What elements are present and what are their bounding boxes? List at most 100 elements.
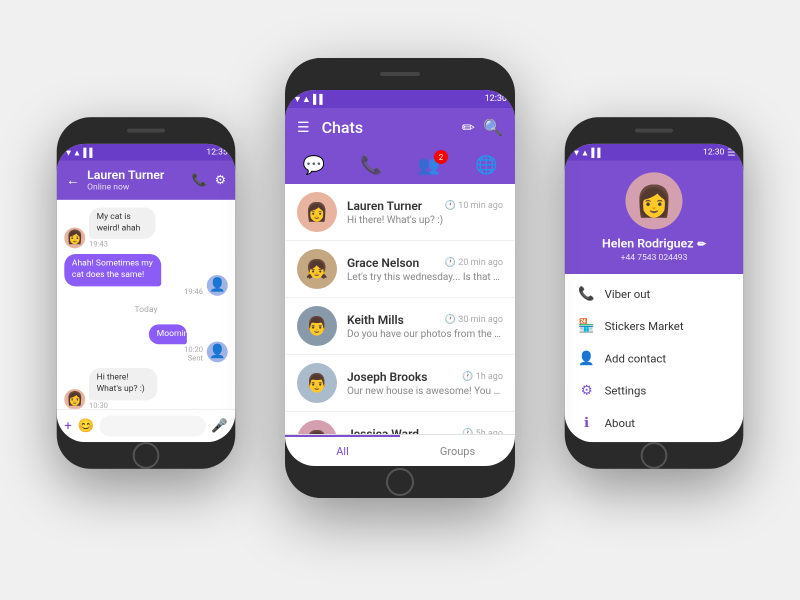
- about-icon: ℹ: [578, 416, 595, 431]
- tab-contacts-icon[interactable]: 👥 2: [418, 155, 440, 176]
- conv-title-area: Lauren Turner Online now: [87, 169, 192, 193]
- avatar-1: 👩: [297, 192, 337, 232]
- message-input[interactable]: [100, 416, 206, 437]
- phone-call-icon[interactable]: 📞: [192, 173, 207, 187]
- right-phone: ▼▲ ▌▌ 12:30 ☰ 👩 Helen Rodriguez ✏ +44 75…: [565, 117, 744, 469]
- menu-item-settings[interactable]: ⚙ Settings: [565, 375, 744, 407]
- tab-bar-center: 💬 📞 👥 2 🌐: [285, 147, 515, 184]
- chat-time-3: 🕐 30 min ago: [445, 315, 503, 325]
- avatar-2: 👧: [297, 249, 337, 289]
- phone-top-center: [285, 58, 515, 90]
- tab-all[interactable]: All: [285, 435, 400, 466]
- message-content-last: Hi there! What's up? :) 10:30: [89, 368, 186, 408]
- hamburger-icon[interactable]: ☰: [297, 120, 310, 136]
- chat-preview-3: Do you have our photos from the nye?: [347, 329, 503, 340]
- phone-bottom-right: [565, 442, 744, 469]
- chat-header-3: Keith Mills 🕐 30 min ago: [347, 313, 503, 327]
- chat-name-5: Jessica Ward: [347, 427, 419, 435]
- phone-bottom-left: [57, 442, 236, 469]
- phone-bottom-center: [285, 466, 515, 498]
- status-signal: ▼▲ ▌▌: [293, 94, 326, 105]
- chat-item-3[interactable]: 👨 Keith Mills 🕐 30 min ago Do you have o…: [285, 298, 515, 355]
- viber-out-icon: 📞: [578, 286, 595, 301]
- tab-groups[interactable]: Groups: [400, 435, 515, 466]
- avatar-small-self: 👤: [207, 275, 228, 296]
- chat-avatar-2: 👧: [297, 249, 337, 289]
- chat-item-1[interactable]: 👩 Lauren Turner 🕐 10 min ago Hi there! W…: [285, 184, 515, 241]
- edit-icon[interactable]: ✏: [462, 118, 475, 137]
- chat-item-2[interactable]: 👧 Grace Nelson 🕐 20 min ago Let's try th…: [285, 241, 515, 298]
- menu-list: 📞 Viber out 🏪 Stickers Market 👤 Add cont…: [565, 274, 744, 442]
- center-phone-inner: ▼▲ ▌▌ 12:30 ☰ Chats ✏ 🔍 💬 📞 👥 2: [285, 90, 515, 466]
- conv-app-bar: ← Lauren Turner Online now 📞 ⚙: [57, 161, 236, 200]
- status-left-right: ▼▲ ▌▌: [572, 147, 603, 157]
- chat-time-2: 🕐 20 min ago: [445, 258, 503, 268]
- avatar-face-last: 👩: [64, 389, 85, 409]
- profile-edit-icon[interactable]: ✏: [697, 238, 706, 250]
- chat-item-4[interactable]: 👨 Joseph Brooks 🕐 1h ago Our new house i…: [285, 355, 515, 412]
- avatar-5: 👩: [297, 420, 337, 434]
- msg-bubble-sent: Ahah! Sometimes my cat does the same!: [64, 254, 161, 286]
- msg-bubble-sent2: Moorning!: [149, 324, 187, 345]
- msg-bubble-received: My cat is weird! ahah: [89, 208, 156, 240]
- avatar-face-self2: 👤: [207, 342, 228, 363]
- chat-info-1: Lauren Turner 🕐 10 min ago Hi there! Wha…: [347, 199, 503, 226]
- tab-globe-icon[interactable]: 🌐: [475, 155, 497, 176]
- left-phone: ▼▲ ▌▌ 12:35 ← Lauren Turner Online now 📞…: [57, 117, 236, 469]
- status-icons-right: ▼▲ ▌▌: [572, 147, 603, 157]
- status-left: ▼▲ ▌▌: [293, 94, 326, 105]
- chat-name-1: Lauren Turner: [347, 199, 422, 213]
- add-contact-icon: 👤: [578, 351, 595, 366]
- chat-name-2: Grace Nelson: [347, 256, 419, 270]
- chat-time-1: 🕐 10 min ago: [445, 201, 503, 211]
- chat-header-1: Lauren Turner 🕐 10 min ago: [347, 199, 503, 213]
- message-row: Moorning! 10:20 Sent 👤: [64, 324, 227, 363]
- chat-item-5[interactable]: 👩 Jessica Ward 🕐 5h ago Hola! How was yo…: [285, 412, 515, 434]
- back-icon[interactable]: ←: [66, 172, 79, 188]
- message-content-sent: Ahah! Sometimes my cat does the same! 19…: [64, 254, 203, 295]
- status-left-side: ▼▲ ▌▌: [64, 147, 95, 157]
- tab-phone-icon[interactable]: 📞: [360, 155, 382, 176]
- status-right-side: 12:35: [206, 148, 227, 158]
- home-button-center[interactable]: [386, 468, 414, 496]
- add-icon[interactable]: +: [64, 418, 72, 433]
- settings-icon[interactable]: ⚙: [215, 173, 226, 187]
- search-icon[interactable]: 🔍: [483, 118, 503, 137]
- date-divider: Today: [64, 305, 227, 315]
- speaker-center: [380, 72, 420, 76]
- chat-header-2: Grace Nelson 🕐 20 min ago: [347, 256, 503, 270]
- profile-number: +44 7543 024493: [621, 253, 688, 262]
- message-row-last: 👩 Hi there! What's up? :) 10:30: [64, 368, 227, 408]
- menu-item-add-contact[interactable]: 👤 Add contact: [565, 342, 744, 374]
- msg-time-last: 10:30: [89, 401, 186, 409]
- settings-menu-icon: ⚙: [578, 383, 595, 398]
- profile-name-text: Helen Rodriguez: [602, 237, 693, 251]
- profile-name: Helen Rodriguez ✏: [602, 237, 706, 251]
- tab-chat-icon[interactable]: 💬: [303, 155, 325, 176]
- conv-contact-status: Online now: [87, 183, 192, 193]
- home-button-left[interactable]: [133, 442, 160, 469]
- sticker-icon[interactable]: 😊: [78, 418, 95, 433]
- settings-label: Settings: [605, 384, 647, 397]
- avatar-face: 👩: [64, 228, 85, 249]
- speaker-left: [127, 129, 165, 133]
- hamburger-right[interactable]: ☰: [727, 147, 736, 157]
- profile-avatar: 👩: [626, 172, 683, 229]
- avatar-small-last: 👩: [64, 389, 85, 409]
- status-right: 12:30: [485, 94, 507, 104]
- menu-item-about[interactable]: ℹ About: [565, 407, 744, 439]
- phone-top-right: [565, 117, 744, 144]
- chat-preview-1: Hi there! What's up? :): [347, 215, 503, 226]
- left-status-time: 12:35: [206, 148, 227, 158]
- speaker-right: [635, 129, 673, 133]
- message-row: 👩 My cat is weird! ahah 19:43: [64, 208, 227, 249]
- menu-item-viber-out[interactable]: 📞 Viber out: [565, 278, 744, 310]
- mic-icon[interactable]: 🎤: [211, 418, 228, 433]
- chat-preview-4: Our new house is awesome! You should com…: [347, 386, 503, 397]
- viber-out-label: Viber out: [605, 287, 651, 300]
- app-title: Chats: [322, 118, 454, 137]
- home-button-right[interactable]: [641, 442, 668, 469]
- menu-item-stickers[interactable]: 🏪 Stickers Market: [565, 310, 744, 342]
- status-bar-center: ▼▲ ▌▌ 12:30: [285, 90, 515, 108]
- left-phone-inner: ▼▲ ▌▌ 12:35 ← Lauren Turner Online now 📞…: [57, 144, 236, 442]
